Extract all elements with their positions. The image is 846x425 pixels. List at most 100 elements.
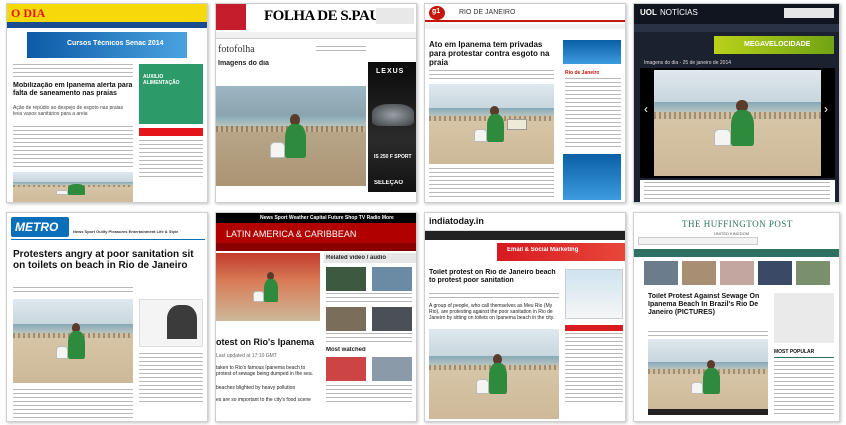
- folha-subnav[interactable]: [316, 46, 366, 54]
- huffpost-search[interactable]: [638, 237, 758, 245]
- bbc-section[interactable]: LATIN AMERICA & CARIBBEAN: [226, 229, 356, 239]
- o-dia-logo[interactable]: O DIA: [11, 6, 45, 21]
- it-ad-text: Email & Social Marketing: [507, 247, 579, 253]
- related-thumb-4[interactable]: [372, 307, 412, 331]
- most-popular-list[interactable]: [774, 361, 834, 415]
- it-nav[interactable]: [425, 231, 625, 240]
- next-arrow-icon[interactable]: ›: [824, 102, 828, 116]
- it-side-links[interactable]: [565, 333, 623, 403]
- folha-badge: [216, 4, 246, 30]
- g1-side-links[interactable]: [565, 78, 621, 148]
- lexus-model: IS 250 F SPORT: [374, 154, 412, 160]
- gallery-photo[interactable]: [216, 86, 366, 186]
- uol-photo[interactable]: [654, 70, 821, 176]
- bbc-subnav[interactable]: [216, 243, 416, 251]
- o-dia-headline: Mobilização em Ipanema alerta para falta…: [13, 82, 133, 97]
- huffpost-thumb-4[interactable]: [758, 261, 792, 285]
- tile-indiatoday: indiatoday.in Email & Social Marketing T…: [424, 212, 626, 422]
- bbc-updated: Last updated at 17:10 GMT: [216, 353, 277, 359]
- uol-section[interactable]: NOTÍCIAS: [660, 8, 698, 17]
- car-image: [372, 104, 414, 126]
- news-collage: O DIA Cursos Técnicos Senac 2014 Mobiliz…: [0, 0, 846, 425]
- bbc-photo[interactable]: [216, 253, 320, 321]
- side-ad[interactable]: [139, 64, 203, 124]
- tile-uol: UOL NOTÍCIAS MEGAVELOCIDADE Imagens do d…: [633, 3, 840, 203]
- tile-o-dia: O DIA Cursos Técnicos Senac 2014 Mobiliz…: [6, 3, 208, 203]
- watched-captions[interactable]: [326, 385, 412, 405]
- huffpost-side-ad[interactable]: [774, 293, 834, 343]
- related-header: Related video / audio: [326, 255, 387, 261]
- metro-photo[interactable]: [13, 299, 133, 383]
- it-photo[interactable]: [429, 329, 559, 419]
- it-byline: [429, 293, 559, 299]
- most-popular-header: MOST POPULAR: [774, 349, 815, 355]
- g1-photo[interactable]: [429, 84, 554, 164]
- uol-nav[interactable]: [634, 24, 839, 32]
- it-logo[interactable]: indiatoday.in: [429, 216, 484, 226]
- related-thumb-3[interactable]: [326, 307, 366, 331]
- g1-headline: Ato em Ipanema tem privadas para protest…: [429, 40, 550, 67]
- uol-logo[interactable]: UOL: [640, 8, 657, 17]
- uol-ad-text: MEGAVELOCIDADE: [744, 41, 811, 48]
- tile-bbc: News Sport Weather Capital Future Shop T…: [215, 212, 417, 422]
- metro-headline: Protesters angry at poor sanitation sit …: [13, 249, 194, 271]
- most-popular-rule: [774, 357, 834, 358]
- related-captions-2[interactable]: [326, 333, 412, 343]
- g1-subhead: [429, 70, 554, 80]
- it-headline: Toilet protest on Rio de Janeiro beach t…: [429, 269, 556, 284]
- metro-article-text: [13, 389, 133, 419]
- related-captions-1[interactable]: [326, 293, 412, 303]
- related-thumb-1[interactable]: [326, 267, 366, 291]
- beach-photo: [13, 172, 133, 202]
- tile-folha: FOLHA DE S.PAULO fotofolha Imagens do di…: [215, 3, 417, 203]
- folha-nav[interactable]: [216, 32, 416, 39]
- metro-side-photo: [167, 305, 197, 339]
- huffpost-edition[interactable]: UNITED KINGDOM: [714, 231, 749, 236]
- breadcrumb: [13, 64, 133, 78]
- huffpost-thumb-1[interactable]: [644, 261, 678, 285]
- huffpost-headline: Toilet Protest Against Sewage On Ipanema…: [648, 293, 760, 316]
- side-tab[interactable]: [139, 128, 203, 136]
- g1-header: [425, 4, 625, 22]
- side-ad-text: AUXÍLIO ALIMENTAÇÃO: [143, 74, 180, 86]
- huffpost-byline: [648, 331, 768, 337]
- side-links[interactable]: [139, 140, 203, 180]
- bbc-body-3: es are so important to the city's food s…: [216, 397, 311, 403]
- g1-bottom-ad[interactable]: [563, 154, 621, 200]
- huffpost-slideshow-bar[interactable]: [648, 409, 768, 415]
- g1-nav[interactable]: [425, 24, 625, 29]
- metro-nav[interactable]: News Sport Guilty Pleasures Entertainmen…: [73, 229, 178, 234]
- prev-arrow-icon[interactable]: ‹: [644, 102, 648, 116]
- huffpost-nav[interactable]: [634, 249, 839, 257]
- g1-side-label[interactable]: Rio de Janeiro: [565, 70, 599, 76]
- uol-caption-text: [644, 182, 830, 200]
- related-thumb-2[interactable]: [372, 267, 412, 291]
- bbc-nav[interactable]: News Sport Weather Capital Future Shop T…: [260, 215, 394, 221]
- huffpost-photo[interactable]: [648, 339, 768, 415]
- g1-region[interactable]: RIO DE JANEIRO: [459, 9, 515, 16]
- fotofolha-title: fotofolha: [218, 44, 255, 55]
- bbc-body-2: beaches blighted by heavy pollution: [216, 385, 296, 391]
- huffpost-logo[interactable]: THE HUFFINGTON POST: [682, 219, 793, 229]
- most-watched-header: Most watched: [326, 347, 366, 353]
- g1-side-ad[interactable]: [563, 40, 621, 64]
- huffpost-thumb-3[interactable]: [720, 261, 754, 285]
- g1-article-text: [429, 168, 554, 200]
- watched-thumb-2[interactable]: [372, 357, 412, 381]
- metro-side-links[interactable]: [139, 353, 203, 403]
- huffpost-thumb-2[interactable]: [682, 261, 716, 285]
- metro-logo: METRO: [15, 220, 59, 234]
- watched-thumb-1[interactable]: [326, 357, 366, 381]
- g1-logo: g1: [432, 8, 441, 15]
- it-top-news-bar: [565, 325, 623, 331]
- uol-search[interactable]: [784, 8, 834, 18]
- metro-rule: [11, 239, 205, 240]
- huffpost-thumb-5[interactable]: [796, 261, 830, 285]
- it-body: A group of people, who call themselves a…: [429, 303, 555, 321]
- lexus-ad[interactable]: [368, 62, 416, 192]
- bbc-body: taken to Rio's famous Ipanema beach to p…: [216, 365, 314, 377]
- it-side-ad[interactable]: [565, 269, 623, 319]
- tile-huffpost: THE HUFFINGTON POST UNITED KINGDOM Toile…: [633, 212, 840, 422]
- o-dia-nav[interactable]: [7, 22, 207, 28]
- folha-widget[interactable]: [376, 8, 414, 24]
